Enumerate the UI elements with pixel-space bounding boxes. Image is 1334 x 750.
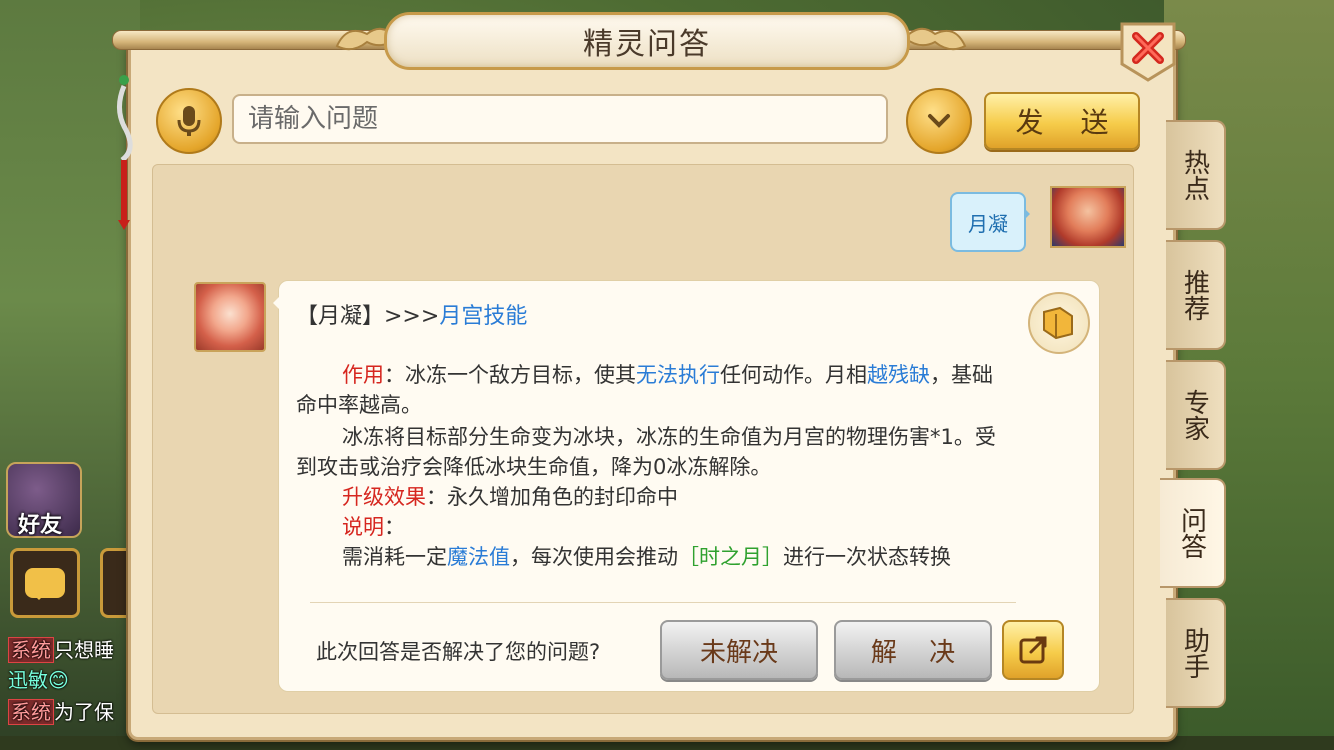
cloud-ornament-right: [903, 27, 967, 51]
tassel-ornament: [117, 75, 133, 230]
user-avatar: [1050, 186, 1126, 248]
upgrade-text: ：永久增加角色的封印命中: [426, 485, 678, 509]
answer-header-prefix: 【月凝】>>>: [296, 304, 440, 329]
chat-bubble-icon: [25, 568, 65, 600]
answer-header: 【月凝】>>>月宫技能: [296, 298, 527, 330]
note-text: 需消耗一定: [342, 545, 447, 569]
chat-line: 系统 只想睡: [8, 634, 114, 663]
skill-link[interactable]: 月宫技能: [439, 304, 527, 329]
share-button[interactable]: [1002, 620, 1064, 680]
upgrade-line: 升级效果：永久增加角色的封印命中: [296, 482, 1076, 512]
unresolved-button[interactable]: 未解决: [660, 620, 818, 680]
chat-line: 迅敏😊: [8, 664, 69, 693]
tab-assistant[interactable]: 助手: [1166, 598, 1226, 708]
effect-label: 作用: [342, 363, 384, 387]
chat-line-text: 迅敏😊: [8, 668, 69, 692]
friends-label: 好友: [18, 513, 63, 538]
note-text: 进行一次状态转换: [783, 545, 951, 569]
note-line: 需消耗一定魔法值，每次使用会推动［时之月］进行一次状态转换: [296, 542, 1076, 572]
question-input[interactable]: [232, 94, 888, 144]
user-message-text: 月凝: [968, 211, 1008, 236]
chat-line: 系统 为了保: [8, 696, 114, 725]
send-button[interactable]: 发 送: [984, 92, 1140, 150]
ice-line-2: 到攻击或治疗会降低冰块生命值，降为0冰冻解除。: [296, 455, 772, 479]
ice-line-1: 冰冻将目标部分生命变为冰块，冰冻的生命值为月宫的物理伤害*1。受: [342, 425, 996, 449]
history-dropdown-button[interactable]: [906, 88, 972, 154]
system-tag: 系统: [8, 699, 54, 725]
voice-input-button[interactable]: [156, 88, 222, 154]
tab-recommend[interactable]: 推荐: [1166, 240, 1226, 350]
system-tag: 系统: [8, 637, 54, 663]
user-message-bubble: 月凝: [950, 192, 1030, 252]
chevron-down-icon: [928, 114, 950, 128]
tab-hot[interactable]: 热点: [1166, 120, 1226, 230]
note-colon: ：: [384, 515, 405, 539]
feedback-question: 此次回答是否解决了您的问题?: [316, 640, 601, 664]
effect-text: ：冰冻一个敌方目标，使其: [384, 363, 636, 387]
note-label-line: 说明：: [296, 512, 1076, 542]
note-label: 说明: [342, 515, 384, 539]
effect-highlight: 越残缺: [867, 363, 930, 387]
dialog-title-banner: 精灵问答: [384, 12, 910, 70]
tab-qa[interactable]: 问答: [1160, 478, 1226, 588]
note-green-highlight: ［时之月］: [678, 545, 783, 569]
share-icon: [1019, 636, 1047, 664]
close-button[interactable]: [1116, 16, 1180, 84]
effect-text: 任何动作。月相: [720, 363, 867, 387]
effect-text: ，基础: [930, 363, 993, 387]
divider: [310, 602, 1016, 603]
assistant-avatar: [194, 282, 266, 352]
dialog-title: 精灵问答: [583, 27, 711, 62]
microphone-icon: [177, 106, 201, 136]
upgrade-label: 升级效果: [342, 485, 426, 509]
tab-expert[interactable]: 专家: [1166, 360, 1226, 470]
chat-line-text: 为了保: [54, 700, 114, 724]
book-icon[interactable]: [1028, 292, 1090, 354]
effect-line-2: 命中率越高。: [296, 393, 422, 417]
chat-button[interactable]: [10, 548, 80, 618]
chat-line-text: 只想睡: [54, 638, 114, 662]
effect-line: 作用：冰冻一个敌方目标，使其无法执行任何动作。月相越残缺，基础: [296, 360, 1076, 390]
effect-highlight: 无法执行: [636, 363, 720, 387]
resolved-button[interactable]: 解 决: [834, 620, 992, 680]
note-text: ，每次使用会推动: [510, 545, 678, 569]
note-highlight: 魔法值: [447, 545, 510, 569]
